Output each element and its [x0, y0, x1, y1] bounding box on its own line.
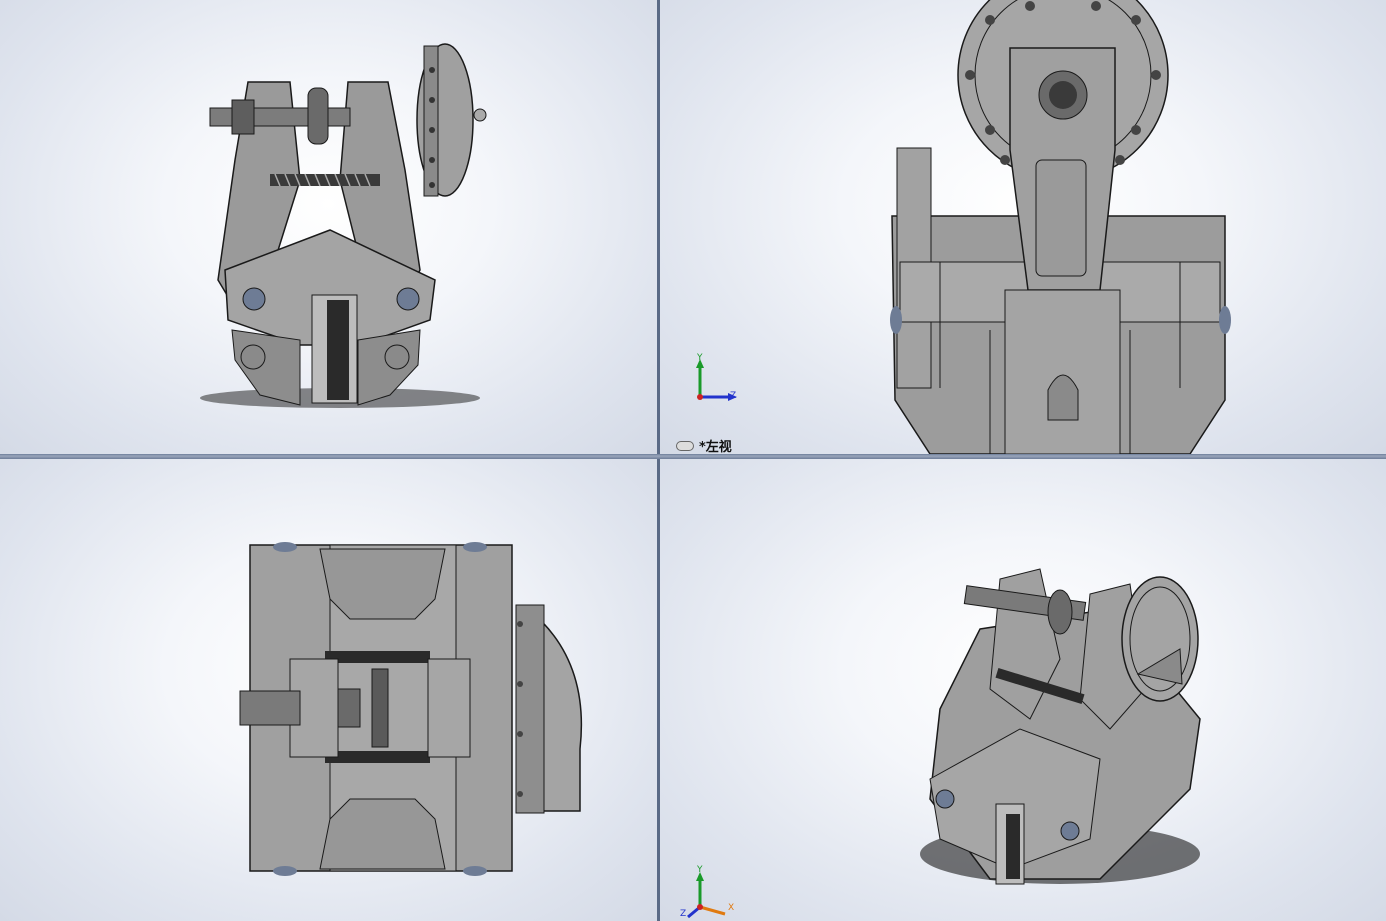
triad-y-label: Y: [697, 353, 703, 363]
viewport-top[interactable]: [0, 459, 657, 921]
coordinate-triad: [696, 359, 737, 401]
view-name: *左视: [699, 440, 732, 454]
coordinate-triad-iso: [687, 872, 726, 919]
model-top-view: [239, 542, 583, 876]
view-orientation-label[interactable]: *左视: [676, 436, 732, 454]
viewport-isometric[interactable]: X Y Z: [660, 459, 1386, 921]
viewport-front[interactable]: [0, 0, 657, 454]
triad-z-label: Z: [680, 909, 687, 919]
vertical-splitter[interactable]: [657, 0, 660, 921]
triad-y-label: Y: [697, 865, 703, 875]
model-front-view: [200, 43, 487, 408]
viewport-left[interactable]: Y Z *左视: [660, 0, 1386, 454]
link-view-icon[interactable]: [676, 440, 694, 451]
triad-z-label: Z: [730, 391, 737, 401]
triad-x-label: X: [728, 903, 735, 913]
horizontal-splitter[interactable]: [0, 454, 1386, 459]
